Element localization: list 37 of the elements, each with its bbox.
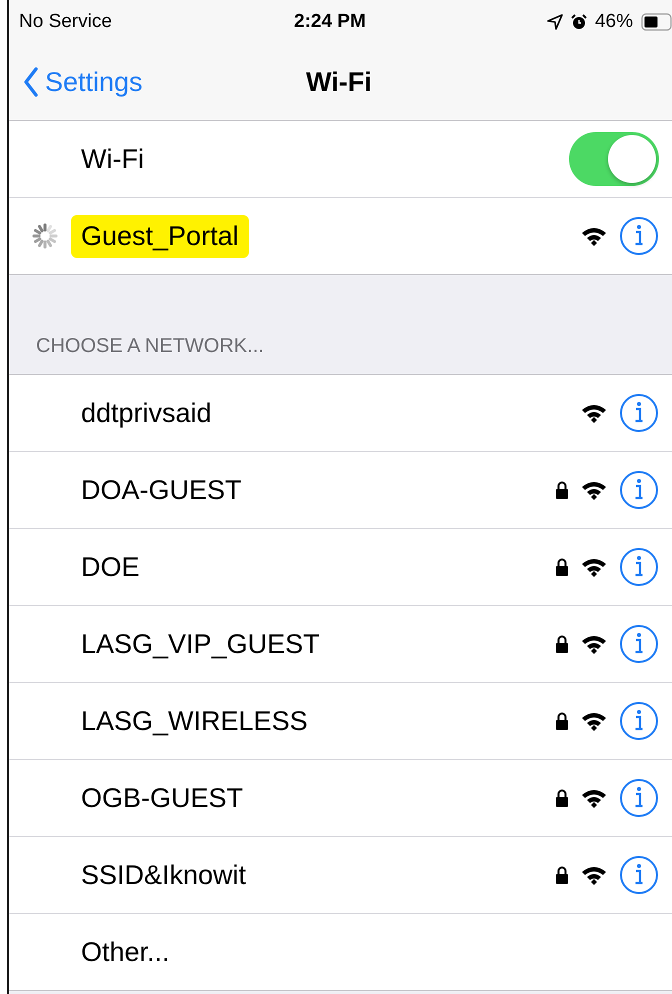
wifi-signal-icon bbox=[581, 865, 607, 885]
back-button[interactable]: Settings bbox=[9, 66, 143, 98]
clock-time: 2:24 PM bbox=[294, 11, 366, 33]
network-name[interactable]: DOE bbox=[81, 552, 140, 582]
location-icon bbox=[546, 14, 563, 30]
wifi-signal-icon bbox=[581, 226, 607, 246]
info-icon[interactable] bbox=[619, 778, 659, 818]
info-icon[interactable] bbox=[619, 216, 659, 256]
wifi-signal-icon bbox=[581, 711, 607, 731]
page-title: Wi-Fi bbox=[306, 66, 372, 98]
network-name[interactable]: LASG_WIRELESS bbox=[81, 706, 308, 736]
network-name[interactable]: Other... bbox=[81, 936, 170, 968]
info-icon[interactable] bbox=[619, 624, 659, 664]
network-name[interactable]: SSID&Iknowit bbox=[81, 860, 246, 890]
section-header: CHOOSE A NETWORK... bbox=[36, 335, 264, 358]
battery-percent: 46% bbox=[594, 11, 633, 33]
network-name[interactable]: Guest_Portal bbox=[71, 214, 249, 258]
wifi-label: Wi-Fi bbox=[81, 144, 144, 174]
network-name[interactable]: LASG_VIP_GUEST bbox=[81, 628, 320, 660]
network-name[interactable]: DOA-GUEST bbox=[81, 474, 242, 506]
wifi-signal-icon bbox=[581, 788, 607, 808]
wifi-signal-icon bbox=[581, 403, 607, 423]
chevron-left-icon bbox=[23, 67, 39, 97]
wifi-signal-icon bbox=[581, 557, 607, 577]
info-icon[interactable] bbox=[619, 701, 659, 741]
wifi-signal-icon bbox=[581, 480, 607, 500]
info-icon[interactable] bbox=[619, 393, 659, 433]
alarm-icon bbox=[570, 14, 587, 30]
info-icon[interactable] bbox=[619, 855, 659, 895]
network-name[interactable]: ddtprivsaid bbox=[81, 398, 212, 428]
carrier-text: No Service bbox=[19, 11, 112, 33]
network-name[interactable]: OGB-GUEST bbox=[81, 782, 244, 814]
info-icon[interactable] bbox=[619, 547, 659, 587]
wifi-signal-icon bbox=[581, 634, 607, 654]
info-icon[interactable] bbox=[619, 470, 659, 510]
wifi-toggle[interactable] bbox=[569, 132, 659, 186]
battery-icon bbox=[641, 13, 672, 31]
